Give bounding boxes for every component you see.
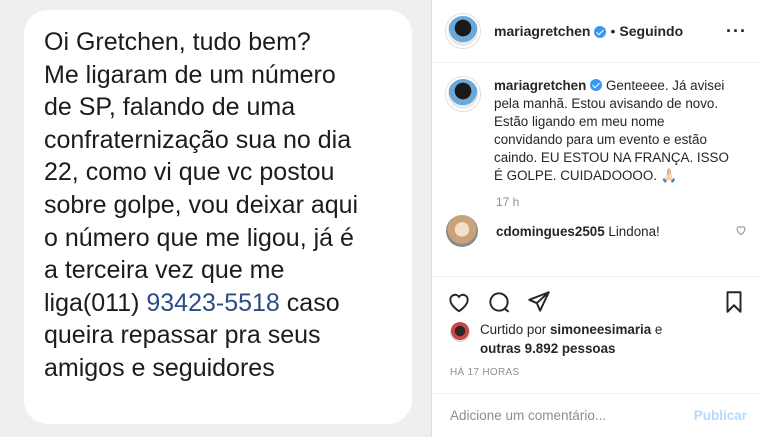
- post-caption: mariagretchen Genteeee. Já avisei pela m…: [432, 63, 761, 185]
- post-header: mariagretchen • Seguindo ···: [432, 0, 761, 63]
- message-text: Oi Gretchen, tudo bem? Me ligaram de um …: [44, 26, 402, 385]
- caption-timestamp[interactable]: 17 h: [496, 195, 761, 209]
- instagram-post: Oi Gretchen, tudo bem? Me ligaram de um …: [0, 0, 761, 437]
- liker-avatar[interactable]: [450, 322, 470, 342]
- comment-input[interactable]: [450, 408, 694, 423]
- commenter-avatar[interactable]: [446, 215, 478, 247]
- post-age[interactable]: HÁ 17 HORAS: [450, 367, 519, 378]
- more-options-icon[interactable]: ···: [726, 21, 747, 42]
- likes-prefix: Curtido por: [480, 322, 550, 337]
- phone-number-link[interactable]: 93423-5518: [146, 289, 279, 317]
- message-line: a terceira vez que me: [44, 256, 285, 285]
- message-line: queira repassar pra seus: [44, 321, 321, 350]
- post-sidebar: mariagretchen • Seguindo ··· mariagretch…: [432, 0, 761, 437]
- caption-body: Genteeee. Já avisei pela manhã. Estou av…: [494, 78, 729, 183]
- share-icon[interactable]: [526, 289, 552, 315]
- likes-middle: e: [651, 322, 663, 337]
- author-username[interactable]: mariagretchen: [494, 23, 590, 39]
- post-image[interactable]: Oi Gretchen, tudo bem? Me ligaram de um …: [0, 0, 432, 437]
- verified-badge-icon: [594, 26, 607, 38]
- action-bar: [432, 276, 761, 315]
- liker-username[interactable]: simoneesimaria: [550, 322, 651, 337]
- comment-body: Lindona!: [604, 223, 660, 239]
- likes-count-link[interactable]: outras 9.892 pessoas: [480, 341, 615, 356]
- phone-suffix: caso: [279, 288, 340, 317]
- message-line: Oi Gretchen, tudo bem?: [44, 28, 311, 56]
- caption-text: mariagretchen Genteeee. Já avisei pela m…: [494, 77, 734, 185]
- likes-summary: Curtido por simoneesimaria e outras 9.89…: [450, 320, 662, 358]
- message-line: Me ligaram de um número: [44, 60, 336, 89]
- save-bookmark-icon[interactable]: [721, 289, 747, 315]
- comment-like-icon[interactable]: [735, 224, 747, 239]
- publish-button[interactable]: Publicar: [694, 408, 747, 423]
- author-avatar[interactable]: [446, 14, 480, 48]
- commenter-username[interactable]: cdomingues2505: [496, 224, 605, 239]
- message-line: confraternização sua no dia: [44, 125, 352, 154]
- separator-dot: •: [610, 23, 616, 39]
- likes-text: Curtido por simoneesimaria e outras 9.89…: [480, 320, 662, 358]
- message-line: sobre golpe, vou deixar aqui: [44, 190, 359, 219]
- comment-text: cdomingues2505 Lindona!: [496, 224, 660, 239]
- message-line: o número que me ligou, já é: [44, 223, 354, 252]
- add-comment-bar: Publicar: [432, 393, 761, 437]
- comment-row: cdomingues2505 Lindona!: [432, 209, 761, 247]
- message-bubble: Oi Gretchen, tudo bem? Me ligaram de um …: [24, 10, 412, 424]
- comment-icon[interactable]: [486, 289, 512, 315]
- message-line: amigos e seguidores: [44, 353, 275, 382]
- caption-avatar[interactable]: [446, 77, 480, 111]
- following-button[interactable]: Seguindo: [619, 23, 683, 39]
- phone-prefix: liga(011): [44, 288, 147, 317]
- verified-badge-icon: [590, 79, 603, 91]
- message-line: de SP, falando de uma: [44, 93, 296, 122]
- like-icon[interactable]: [446, 289, 472, 315]
- message-line-phone: liga(011) 93423-5518 caso: [44, 287, 402, 320]
- caption-username[interactable]: mariagretchen: [494, 78, 586, 93]
- message-line: 22, como vi que vc postou: [44, 158, 335, 187]
